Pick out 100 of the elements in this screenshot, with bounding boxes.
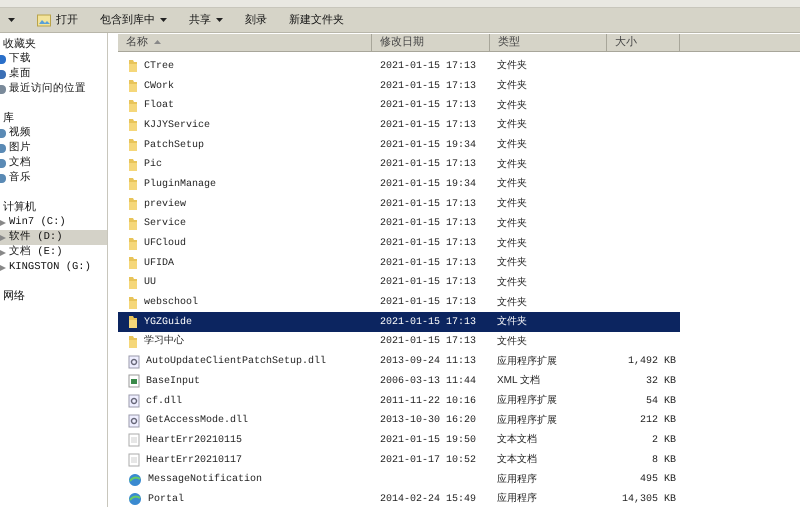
- file-name: BaseInput: [146, 374, 200, 389]
- file-row[interactable]: CWork 2021-01-15 17:13 文件夹: [118, 76, 680, 96]
- nav-group-header[interactable]: 库: [0, 111, 107, 126]
- modified-date: 2021-01-15 17:13: [380, 120, 476, 131]
- toolbar-button[interactable]: 新建文件夹: [289, 12, 344, 28]
- toolbar-button[interactable]: 共享: [189, 12, 223, 28]
- modified-date: 2021-01-15 19:34: [380, 140, 476, 151]
- file-row[interactable]: YGZGuide 2021-01-15 17:13 文件夹: [118, 312, 680, 332]
- toolbar-button[interactable]: 包含到库中: [100, 12, 167, 28]
- file-name: PatchSetup: [144, 138, 204, 153]
- file-name: Float: [144, 98, 174, 114]
- file-type: 应用程序: [497, 493, 537, 504]
- file-row[interactable]: Pic 2021-01-15 17:13 文件夹: [118, 154, 680, 175]
- file-size: 2 KB: [652, 434, 676, 448]
- file-row[interactable]: UFCloud 2021-01-15 17:13 文件夹: [118, 234, 680, 254]
- nav-item[interactable]: 最近访问的位置: [0, 82, 107, 97]
- file-row[interactable]: webschool 2021-01-15 17:13 文件夹: [118, 292, 680, 312]
- file-row[interactable]: CTree 2021-01-15 17:13 文件夹: [118, 56, 680, 76]
- modified-date: 2021-01-15 17:13: [380, 297, 476, 308]
- file-type: 文件夹: [497, 100, 527, 111]
- file-row[interactable]: Portal 2014-02-24 15:49 应用程序 14,305 KB: [118, 490, 680, 507]
- file-type: 文件夹: [497, 257, 527, 268]
- file-row[interactable]: preview 2021-01-15 17:13 文件夹: [118, 194, 680, 214]
- expand-arrow-icon[interactable]: [0, 234, 6, 240]
- column-header[interactable]: 大小: [607, 34, 680, 50]
- file-name: Service: [144, 216, 186, 232]
- nav-item[interactable]: 桌面: [0, 67, 107, 82]
- file-type: XML 文档: [497, 375, 540, 386]
- gear-document-icon: [128, 354, 140, 369]
- text-document-icon: [128, 453, 140, 468]
- modified-date: 2014-02-24 15:49: [380, 494, 476, 505]
- nav-item[interactable]: KINGSTON (G:): [0, 260, 107, 275]
- file-type: 文件夹: [497, 139, 527, 150]
- nav-item[interactable]: 软件 (D:): [0, 230, 107, 245]
- expand-arrow-icon[interactable]: [0, 220, 6, 226]
- expand-arrow-icon[interactable]: [0, 250, 6, 256]
- file-row[interactable]: Service 2021-01-15 17:13 文件夹: [118, 214, 680, 234]
- file-type: 文件夹: [497, 178, 527, 190]
- toolbar-button[interactable]: 打开: [37, 12, 78, 28]
- file-type: 应用程序扩展: [497, 395, 557, 406]
- file-size: 14,305 KB: [622, 492, 676, 507]
- folder-icon: [128, 158, 138, 172]
- modified-date: 2021-01-15 17:13: [380, 316, 476, 328]
- file-name: AutoUpdateClientPatchSetup.dll: [146, 354, 326, 370]
- folder-icon: [128, 276, 138, 290]
- nav-item[interactable]: 图片: [0, 141, 107, 156]
- file-row[interactable]: PatchSetup 2021-01-15 19:34 文件夹: [118, 135, 680, 155]
- nav-item[interactable]: 文档: [0, 156, 107, 171]
- file-row[interactable]: HeartErr20210117 2021-01-17 10:52 文本文档 8 KB: [118, 450, 680, 470]
- file-row[interactable]: PluginManage 2021-01-15 19:34 文件夹: [118, 174, 680, 194]
- file-type: 文件夹: [497, 119, 527, 130]
- file-name: Portal: [148, 492, 184, 507]
- modified-date: 2011-11-22 10:16: [380, 396, 476, 407]
- modified-date: 2013-10-30 16:20: [380, 415, 476, 426]
- nav-item[interactable]: Win7 (C:): [0, 215, 107, 230]
- file-type: 文件夹: [497, 336, 527, 347]
- modified-date: 2021-01-15 17:13: [380, 80, 476, 92]
- folder-icon: [128, 256, 138, 270]
- nav-item[interactable]: 文档 (E:): [0, 245, 107, 260]
- folder-icon: [128, 177, 138, 192]
- file-row[interactable]: BaseInput 2006-03-13 11:44 XML 文档 32 KB: [118, 372, 680, 392]
- organize-dropdown-button[interactable]: [8, 18, 15, 22]
- file-name: YGZGuide: [144, 316, 192, 330]
- column-header[interactable]: 修改日期: [372, 34, 490, 50]
- file-type: 文件夹: [497, 158, 527, 170]
- folder-icon: [128, 98, 138, 113]
- file-name: UU: [144, 276, 156, 290]
- file-name: HeartErr20210115: [146, 434, 242, 448]
- gear-document-icon: [128, 414, 140, 428]
- file-size: 212 KB: [640, 414, 676, 428]
- modified-date: 2021-01-15 17:13: [380, 100, 476, 112]
- folder-icon: [128, 216, 138, 231]
- nav-group-header[interactable]: 网络: [0, 289, 107, 304]
- file-row[interactable]: GetAccessMode.dll 2013-10-30 16:20 应用程序扩展 212 KB: [118, 410, 680, 431]
- nav-item[interactable]: 下载: [0, 52, 107, 67]
- file-type: 文件夹: [497, 80, 527, 92]
- nav-item[interactable]: 音乐: [0, 171, 107, 186]
- file-row[interactable]: HeartErr20210115 2021-01-15 19:50 文本文档 2 KB: [118, 430, 680, 450]
- file-row[interactable]: KJJYService 2021-01-15 17:13 文件夹: [118, 116, 680, 136]
- file-type: 文件夹: [497, 296, 527, 308]
- toolbar-button[interactable]: 刻录: [245, 12, 267, 28]
- file-row[interactable]: UU 2021-01-15 17:13 文件夹: [118, 273, 680, 293]
- file-name: UFCloud: [144, 236, 186, 252]
- nav-group-header[interactable]: 收藏夹: [0, 37, 107, 52]
- nav-item[interactable]: 视频: [0, 126, 107, 141]
- file-type: 文件夹: [497, 218, 527, 229]
- file-row[interactable]: UFIDA 2021-01-15 17:13 文件夹: [118, 253, 680, 274]
- file-row[interactable]: Float 2021-01-15 17:13 文件夹: [118, 96, 680, 116]
- column-header[interactable]: 名称: [118, 34, 372, 50]
- modified-date: 2021-01-17 10:52: [380, 454, 476, 466]
- file-row[interactable]: MessageNotification 应用程序 495 KB: [118, 470, 680, 490]
- nav-group-header[interactable]: 计算机: [0, 200, 107, 215]
- file-type: 文件夹: [497, 238, 527, 249]
- file-size: 1,492 KB: [628, 355, 676, 370]
- file-row[interactable]: cf.dll 2011-11-22 10:16 应用程序扩展 54 KB: [118, 391, 680, 411]
- file-size: 54 KB: [646, 394, 676, 409]
- file-row[interactable]: 学习中心 2021-01-15 17:13 文件夹: [118, 332, 680, 352]
- file-row[interactable]: AutoUpdateClientPatchSetup.dll 2013-09-24 11:13 应用程序扩展 1,492 KB: [118, 352, 680, 372]
- expand-arrow-icon[interactable]: [0, 264, 6, 270]
- column-header[interactable]: 类型: [490, 34, 607, 50]
